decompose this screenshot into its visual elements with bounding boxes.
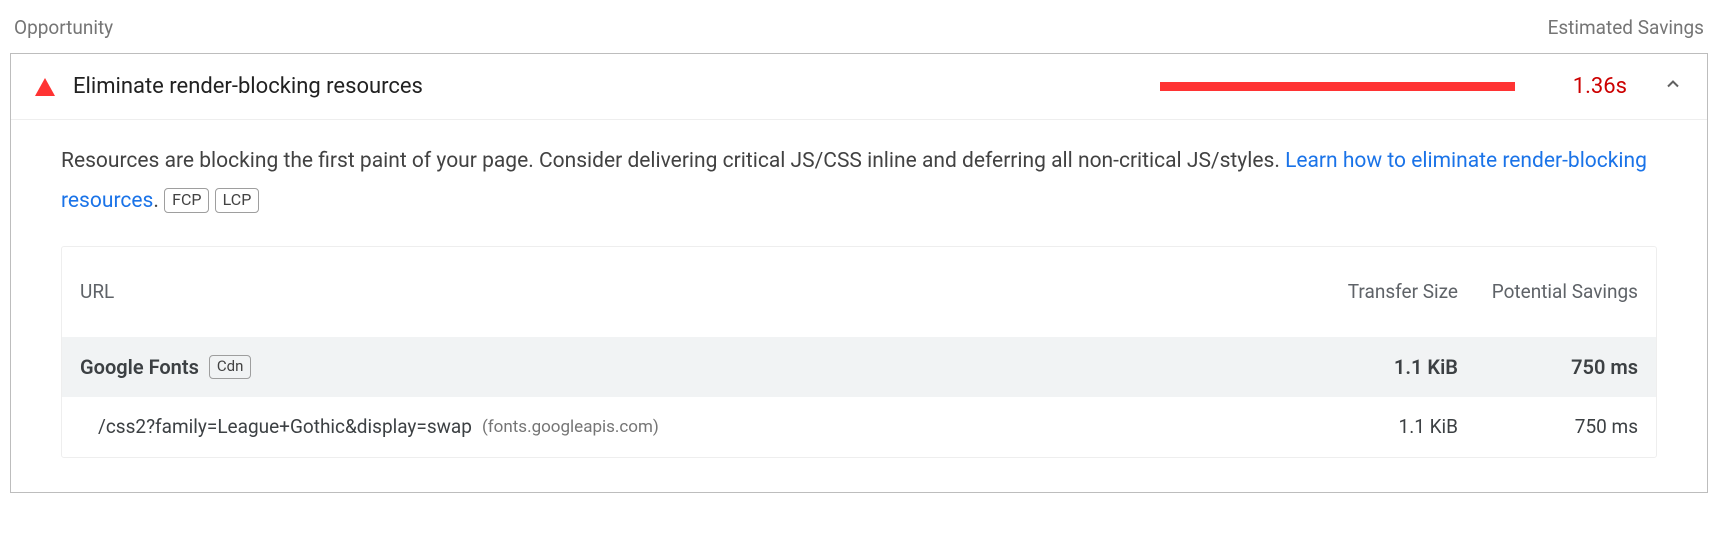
opportunity-col-label: Opportunity [14,16,113,39]
table-row: /css2?family=League+Gothic&display=swap … [62,397,1656,457]
table-header-row: URL Transfer Size Potential Savings [62,247,1656,337]
table-group-row: Google Fonts Cdn 1.1 KiB 750 ms [62,337,1656,397]
col-header-savings: Potential Savings [1458,279,1638,305]
metric-tag-lcp: LCP [215,188,260,213]
item-savings: 750 ms [1458,415,1638,438]
estimated-savings-col-label: Estimated Savings [1548,16,1704,39]
item-path: /css2?family=League+Gothic&display=swap [98,415,472,438]
item-size: 1.1 KiB [1278,415,1458,438]
item-url-cell: /css2?family=League+Gothic&display=swap … [98,415,1278,438]
resources-table: URL Transfer Size Potential Savings Goog… [61,246,1657,458]
audit-summary-toggle[interactable]: Eliminate render-blocking resources 1.36… [11,54,1707,119]
chevron-up-icon [1663,74,1683,99]
group-url-cell: Google Fonts Cdn [80,355,1278,379]
group-badge: Cdn [209,355,252,379]
audit-title: Eliminate render-blocking resources [73,74,423,99]
metric-tag-fcp: FCP [164,188,209,213]
fail-triangle-icon [35,78,55,96]
col-header-size: Transfer Size [1278,280,1458,303]
savings-value: 1.36s [1573,74,1627,99]
audit-details: Resources are blocking the first paint o… [11,119,1707,492]
audit-description: Resources are blocking the first paint o… [61,142,1657,222]
audit-panel: Eliminate render-blocking resources 1.36… [10,53,1708,493]
column-header-row: Opportunity Estimated Savings [10,10,1708,53]
desc-lead: Resources are blocking the first paint o… [61,149,1285,173]
item-host: (fonts.googleapis.com) [482,417,659,437]
savings-bar [1160,82,1515,91]
group-name: Google Fonts [80,355,199,379]
group-size: 1.1 KiB [1278,355,1458,379]
col-header-url: URL [80,280,1278,303]
desc-tail: . [153,189,164,213]
group-savings: 750 ms [1458,355,1638,379]
